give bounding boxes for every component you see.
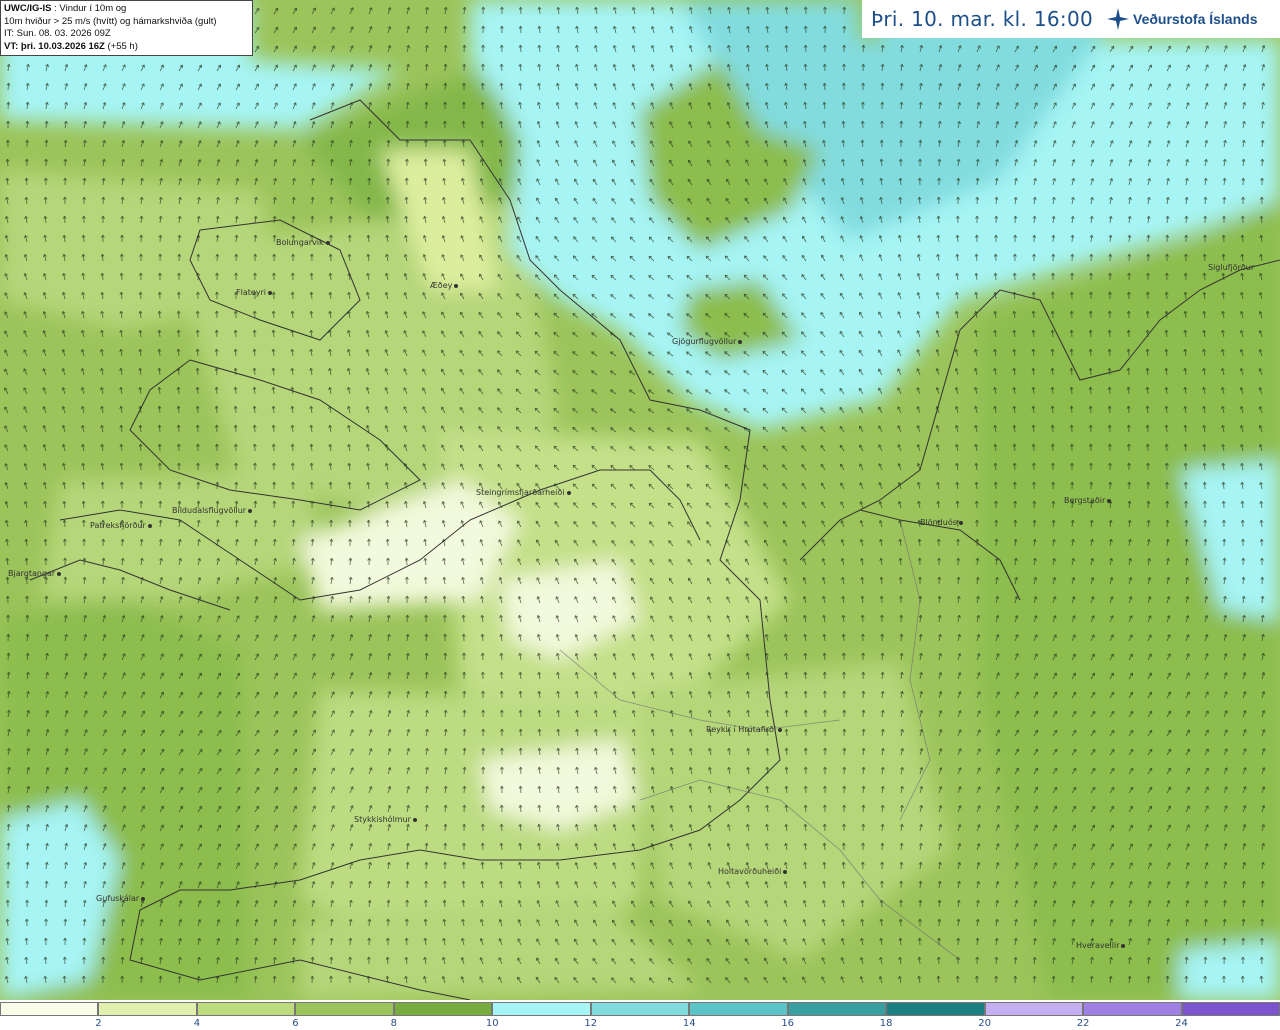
variable-title: : Vindur í 10m og (51, 3, 127, 14)
legend-swatch (196, 1002, 296, 1016)
legend-swatch (0, 1002, 99, 1016)
legend-tick-label: 12 (584, 1018, 598, 1029)
place-name: Holtavörðuheiði (718, 867, 782, 876)
place-name: Flateyri (236, 288, 267, 297)
legend-tick-label: 6 (292, 1018, 299, 1029)
legend-swatch (787, 1002, 887, 1016)
legend-tick-label: 8 (390, 1018, 398, 1029)
place-name: Bergstaðir (1064, 496, 1106, 505)
place-label: Æðey (430, 281, 459, 290)
place-label: Blönduós (920, 518, 963, 527)
place-name: Blönduós (920, 518, 957, 527)
place-label: Bolungarvík (276, 238, 330, 247)
place-label: Steingrímsfjarðarheiði (476, 488, 571, 497)
legend-tick-label: 10 (485, 1018, 499, 1029)
place-name: Gjögurflugvöllur (672, 337, 737, 346)
imo-logo[interactable]: Veðurstofa Íslands (1107, 8, 1257, 30)
variable-subtitle: 10m hviður > 25 m/s (hvítt) og hámarkshv… (4, 15, 217, 27)
lead-time: (+55 h) (104, 40, 138, 52)
place-dot (778, 727, 783, 732)
place-label: Hveravellir (1076, 941, 1126, 950)
place-label: Flateyri (236, 288, 273, 297)
legend-swatch (295, 1002, 394, 1016)
place-dot (738, 339, 743, 344)
place-dot (141, 896, 146, 901)
place-dot (325, 240, 330, 245)
legend-swatch (1181, 1002, 1280, 1016)
place-dot (1121, 943, 1126, 948)
place-dot (57, 571, 62, 576)
color-legend: 2 4 6 8 10 12 14 16 18 20 22 24 (0, 1000, 1280, 1030)
legend-tick-label: 2 (95, 1018, 102, 1029)
place-label: Patreksfjörður (90, 521, 152, 530)
legend-tick-label: 16 (781, 1018, 795, 1029)
place-name: Hveravellir (1076, 941, 1120, 950)
valid-time: VT: þri. 10.03.2026 16Z (4, 40, 105, 52)
place-label: Bíldudalsflugvöllur (172, 506, 253, 515)
valid-time-banner: Þri. 10. mar. kl. 16:00 (871, 7, 1093, 31)
place-dot (454, 283, 459, 288)
place-label: Stykkishólmur (354, 815, 417, 824)
forecast-info-box: UWC/IG-IS : Vindur í 10m og 10m hviður >… (0, 0, 253, 56)
legend-tick-label: 20 (978, 1018, 991, 1029)
legend-tick-label: 14 (682, 1018, 696, 1029)
place-name: Steingrímsfjarðarheiði (476, 488, 565, 497)
legend-swatch (590, 1002, 690, 1016)
info-line-4: VT: þri. 10.03.2026 16Z (+55 h) (4, 41, 249, 54)
legend-swatch (689, 1002, 788, 1016)
legend-tick-label: 4 (193, 1018, 201, 1029)
place-dot (783, 869, 788, 874)
place-name: Bolungarvík (276, 238, 324, 247)
place-name: Siglufjörður (1208, 263, 1255, 272)
place-name: Bjargtangar (8, 569, 56, 578)
compass-star-icon (1107, 8, 1129, 30)
legend-swatch (1083, 1002, 1182, 1016)
place-name: Bíldudalsflugvöllur (172, 506, 247, 515)
init-time: IT: Sun. 08. 03. 2026 09Z (4, 28, 111, 39)
legend-swatch (984, 1002, 1084, 1016)
place-label: Gjögurflugvöllur (672, 337, 743, 346)
info-line-1: UWC/IG-IS : Vindur í 10m og (4, 3, 249, 16)
place-dot (147, 523, 152, 528)
place-name: Stykkishólmur (354, 815, 411, 824)
logo-text: Veðurstofa Íslands (1133, 11, 1258, 27)
place-label: Bjargtangar (8, 569, 62, 578)
place-name: Reykir í Hrútafirði (706, 725, 777, 734)
time-banner: Þri. 10. mar. kl. 16:00 Veðurstofa Íslan… (862, 0, 1280, 38)
place-label: Bergstaðir (1064, 496, 1112, 505)
place-name: Gufuskálar (96, 894, 140, 903)
place-label: Gufuskálar (96, 894, 146, 903)
place-dot (958, 520, 963, 525)
legend-swatch (393, 1002, 493, 1016)
legend-swatch (98, 1002, 197, 1016)
legend-tick-label: 24 (1175, 1018, 1188, 1029)
legend-swatch (492, 1002, 591, 1016)
place-label: Siglufjörður (1208, 263, 1254, 272)
place-label: Holtavörðuheiði (718, 867, 788, 876)
legend-tick-label: 18 (879, 1018, 893, 1029)
place-name: Patreksfjörður (90, 521, 146, 530)
legend-tick-label: 22 (1076, 1018, 1090, 1029)
legend-swatch (886, 1002, 985, 1016)
place-dot (566, 490, 571, 495)
place-dot (268, 290, 273, 295)
place-label: Reykir í Hrútafirði (706, 725, 783, 734)
place-dot (412, 817, 417, 822)
place-name: Æðey (430, 281, 453, 290)
place-dot (1107, 498, 1112, 503)
place-dot (248, 508, 253, 513)
model-name: UWC/IG-IS (4, 3, 52, 14)
